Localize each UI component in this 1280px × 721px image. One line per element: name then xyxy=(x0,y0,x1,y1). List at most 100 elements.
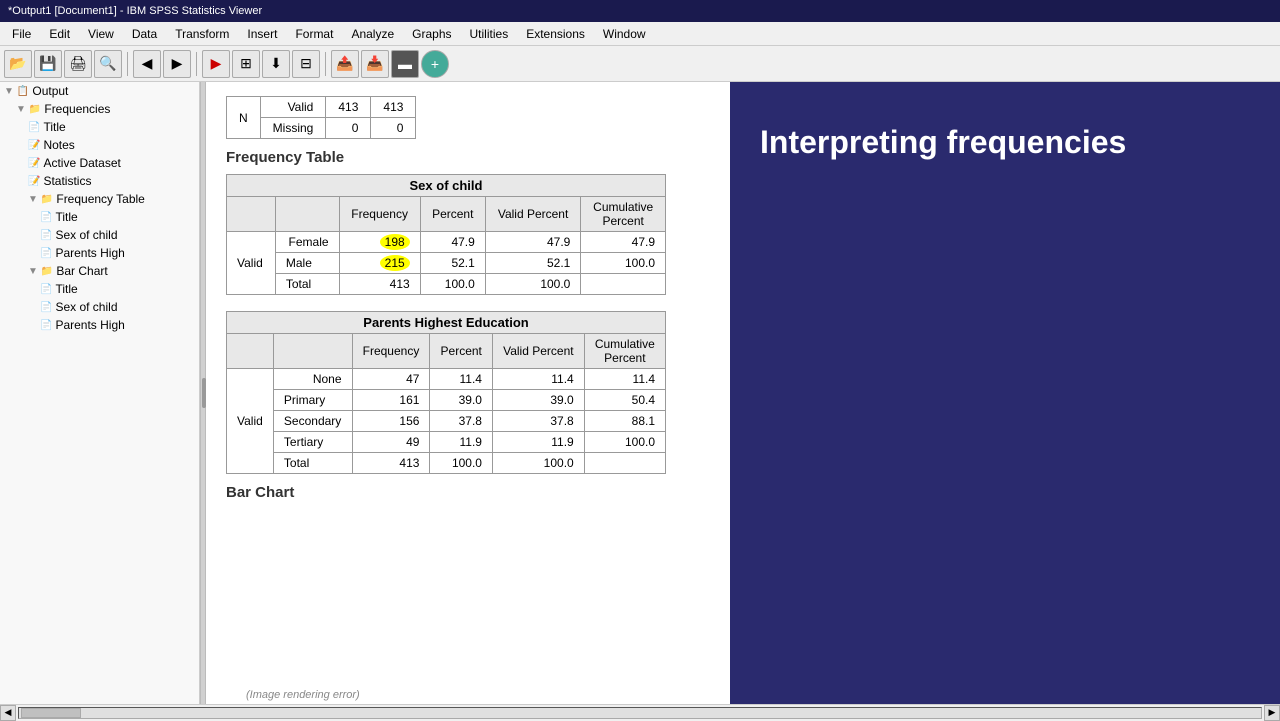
parents-total-cum-pct xyxy=(584,453,665,474)
scroll-left-arrow[interactable]: ◀ xyxy=(0,705,16,721)
open-button[interactable]: 📂 xyxy=(4,50,32,78)
scrollbar-track[interactable] xyxy=(18,707,1262,719)
statistics-icon: 📝 xyxy=(28,176,40,187)
sex-valid-label: Valid xyxy=(227,232,276,295)
tree-sex-of-child-2-label: Sex of child xyxy=(55,300,117,314)
import-button[interactable]: 📥 xyxy=(361,50,389,78)
menu-window[interactable]: Window xyxy=(595,25,654,43)
menu-graphs[interactable]: Graphs xyxy=(404,25,459,43)
sex-total-freq: 413 xyxy=(339,274,420,295)
tree-parents-high-2-label: Parents High xyxy=(55,318,124,332)
tree-parents-high-1[interactable]: 📄 Parents High xyxy=(0,244,199,262)
tree-statistics[interactable]: 📝 Statistics xyxy=(0,172,199,190)
stats-missing-val2: 0 xyxy=(371,118,416,139)
par-col-empty2 xyxy=(273,334,352,369)
tree-frequency-table[interactable]: ▼ 📁 Frequency Table xyxy=(0,190,199,208)
pivot-button[interactable]: ⊟ xyxy=(292,50,320,78)
parents-primary-pct: 39.0 xyxy=(430,390,493,411)
toolbar: 📂 💾 🖨 🔍 ◀ ▶ ▶ ⊞ ⬇ ⊟ 📤 📥 ▬ + xyxy=(0,46,1280,82)
tree-parents-high-1-label: Parents High xyxy=(55,246,124,260)
forward-button[interactable]: ▶ xyxy=(163,50,191,78)
sex-child-1-icon: 📄 xyxy=(40,230,52,241)
content-panel: N Valid 413 413 Missing 0 0 Frequency Ta… xyxy=(206,82,730,704)
menu-insert[interactable]: Insert xyxy=(239,25,285,43)
frequency-table-header: Frequency Table xyxy=(226,149,710,166)
tree-title-3[interactable]: 📄 Title xyxy=(0,280,199,298)
export-button[interactable]: 📤 xyxy=(331,50,359,78)
add-button[interactable]: + xyxy=(421,50,449,78)
toolbar-sep-2 xyxy=(196,52,197,76)
parents-table: Parents Highest Education Frequency Perc… xyxy=(226,311,666,474)
zoom-button[interactable]: 🔍 xyxy=(94,50,122,78)
tree-parents-high-2[interactable]: 📄 Parents High xyxy=(0,316,199,334)
print-button[interactable]: 🖨 xyxy=(64,50,92,78)
output-folder-icon: 📋 xyxy=(17,86,29,97)
sex-female-valid-pct: 47.9 xyxy=(485,232,581,253)
sex-col-valid-pct: Valid Percent xyxy=(485,197,581,232)
parents-secondary-valid-pct: 37.8 xyxy=(492,411,584,432)
parents-none-valid-pct: 11.4 xyxy=(492,369,584,390)
stats-summary-table: N Valid 413 413 Missing 0 0 xyxy=(226,96,416,139)
tree-title-1-label: Title xyxy=(43,120,65,134)
menu-edit[interactable]: Edit xyxy=(41,25,78,43)
tree-sex-of-child-1[interactable]: 📄 Sex of child xyxy=(0,226,199,244)
female-freq-highlighted: 198 xyxy=(380,234,410,250)
bar-chart-expand-icon: ▼ xyxy=(28,266,38,277)
output-expand-icon: ▼ xyxy=(4,86,14,97)
bottom-scrollbar: ◀ ▶ xyxy=(0,704,1280,720)
freq-table-expand-icon: ▼ xyxy=(28,194,38,205)
chart-button[interactable]: ▬ xyxy=(391,50,419,78)
menu-extensions[interactable]: Extensions xyxy=(518,25,593,43)
tree-bar-chart[interactable]: ▼ 📁 Bar Chart xyxy=(0,262,199,280)
splitter-handle xyxy=(202,378,206,408)
tree-active-dataset[interactable]: 📝 Active Dataset xyxy=(0,154,199,172)
panel-splitter[interactable] xyxy=(200,82,206,704)
tree-notes[interactable]: 📝 Notes xyxy=(0,136,199,154)
sex-col-cum-pct: CumulativePercent xyxy=(581,197,666,232)
table-button[interactable]: ⊞ xyxy=(232,50,260,78)
sex-male-valid-pct: 52.1 xyxy=(485,253,581,274)
menu-data[interactable]: Data xyxy=(124,25,165,43)
insert-button[interactable]: ⬇ xyxy=(262,50,290,78)
sex-total-cum-pct xyxy=(581,274,666,295)
parents-primary-valid-pct: 39.0 xyxy=(492,390,584,411)
title-3-icon: 📄 xyxy=(40,284,52,295)
sex-male-label: Male xyxy=(275,253,339,274)
tree-frequencies[interactable]: ▼ 📁 Frequencies xyxy=(0,100,199,118)
back-button[interactable]: ◀ xyxy=(133,50,161,78)
parents-total-pct: 100.0 xyxy=(430,453,493,474)
menu-utilities[interactable]: Utilities xyxy=(462,25,517,43)
menu-file[interactable]: File xyxy=(4,25,39,43)
scrollbar-thumb[interactable] xyxy=(21,708,81,718)
tree-output[interactable]: ▼ 📋 Output xyxy=(0,82,199,100)
bar-chart-folder-icon: 📁 xyxy=(41,266,53,277)
stats-missing-val1: 0 xyxy=(326,118,371,139)
par-col-pct: Percent xyxy=(430,334,493,369)
tree-active-dataset-label: Active Dataset xyxy=(43,156,120,170)
menu-transform[interactable]: Transform xyxy=(167,25,237,43)
menu-analyze[interactable]: Analyze xyxy=(343,25,402,43)
parents-secondary-cum-pct: 88.1 xyxy=(584,411,665,432)
tree-notes-label: Notes xyxy=(43,138,74,152)
sex-female-freq: 198 xyxy=(339,232,420,253)
stats-n-label: N xyxy=(227,97,261,139)
table-row: Primary 161 39.0 39.0 50.4 xyxy=(227,390,666,411)
tree-title-2[interactable]: 📄 Title xyxy=(0,208,199,226)
toolbar-sep-3 xyxy=(325,52,326,76)
scroll-right-arrow[interactable]: ▶ xyxy=(1264,705,1280,721)
run-button[interactable]: ▶ xyxy=(202,50,230,78)
stats-missing-label: Missing xyxy=(260,118,326,139)
tree-output-label: Output xyxy=(32,84,68,98)
save-button[interactable]: 💾 xyxy=(34,50,62,78)
parents-tertiary-freq: 49 xyxy=(352,432,430,453)
menu-format[interactable]: Format xyxy=(287,25,341,43)
tree-sex-of-child-2[interactable]: 📄 Sex of child xyxy=(0,298,199,316)
sex-col-empty2 xyxy=(275,197,339,232)
sex-col-freq: Frequency xyxy=(339,197,420,232)
par-col-freq: Frequency xyxy=(352,334,430,369)
tree-frequencies-label: Frequencies xyxy=(44,102,110,116)
parents-tertiary-pct: 11.9 xyxy=(430,432,493,453)
sex-of-child-table: Sex of child Frequency Percent Valid Per… xyxy=(226,174,666,295)
tree-title-1[interactable]: 📄 Title xyxy=(0,118,199,136)
menu-view[interactable]: View xyxy=(80,25,122,43)
